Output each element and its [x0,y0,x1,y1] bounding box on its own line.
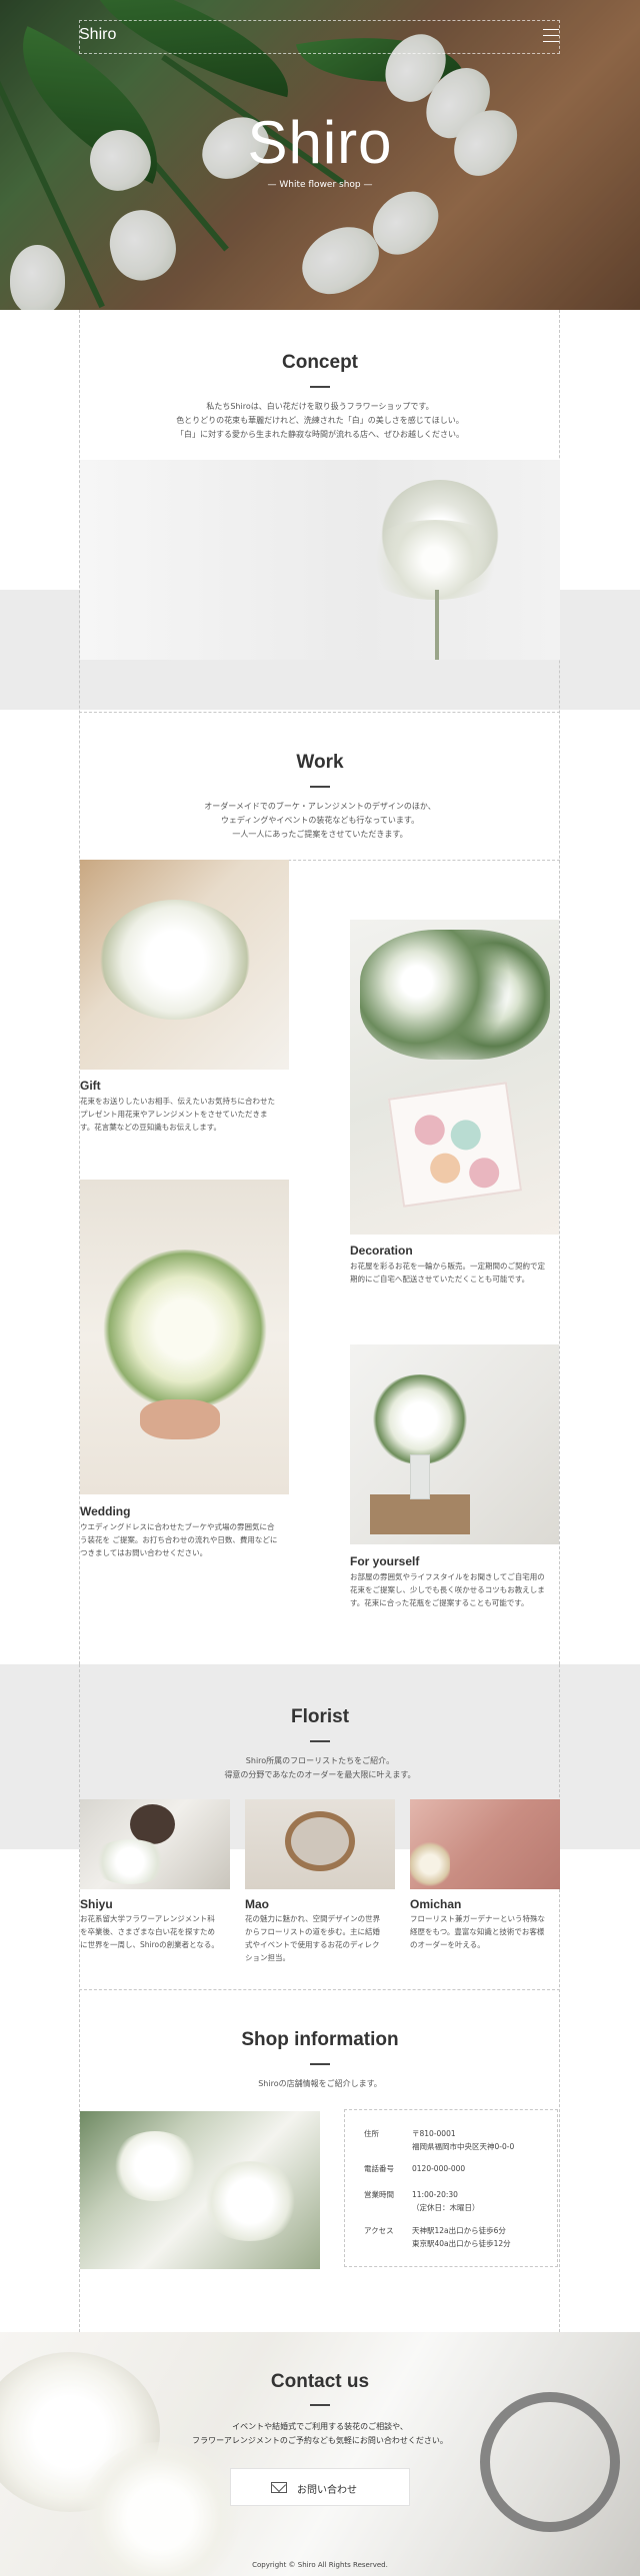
florist-title: Florist [290,1706,350,1727]
hamburger-menu-icon[interactable] [543,29,559,42]
site-logo[interactable]: Shiro [79,26,116,44]
florist-photo-mao [245,1799,395,1889]
info-label-address: 住所 [364,2129,379,2138]
title-underline [310,386,330,388]
florist-text: Shiro所属のフローリストたちをご紹介。 得意の分野であなたのオーダーを最大限に… [224,1756,416,1779]
florist-photo-shiyu [80,1799,230,1889]
title-underline [310,1740,330,1742]
info-label-hours: 営業時間 [364,2190,394,2199]
hero-title: Shiro [247,109,393,176]
concept-flower-image [80,460,560,660]
work-text: オーダーメイドでのブーケ・アレンジメントのデザインのほか、 ウェディングやイベント… [204,802,436,839]
concept-text: 私たちShiroは、白い花だけを取り扱うフラワーショップです。 色とりどりの花束も… [176,402,464,439]
wedding-image [80,1180,289,1494]
info-value-phone[interactable]: 0120-000-000 [412,2162,465,2175]
work-label-gift: Gift [80,1079,101,1093]
info-value-address: 〒810-0001 福岡県福岡市中央区天神0-0-0 [412,2129,515,2151]
work-label-decoration: Decoration [350,1244,413,1258]
work-label-wedding: Wedding [80,1504,131,1518]
shop-title: Shop information [241,2029,399,2050]
info-value-access: 天神駅12a出口から徒歩6分 東京駅40a出口から徒歩12分 [412,2226,511,2248]
for-yourself-image [350,1344,559,1544]
header-frame [79,20,560,54]
florist-text-omichan: フローリスト兼ガーデナーという特殊な 経歴をもつ。豊富な知識と技術でお客様 のオーダ… [410,1914,545,1949]
shop-intro: Shiroの店舗情報をご紹介します。 [258,2079,382,2088]
contact-title: Contact us [270,2371,370,2392]
title-underline [310,2404,330,2406]
copyright: Copyright © Shiro All Rights Reserved. [252,2561,388,2569]
contact-text: イベントや結婚式でご利用する装花のご相談や、 フラワーアレンジメントのご予約なども… [192,2422,448,2445]
work-text-decoration: お花屋を彩るお花を一輪から販売。一定期間のご契約で定 期的にご自宅へ配送させていた… [350,1262,545,1284]
florist-photo-omichan [410,1799,560,1889]
work-title: Work [296,752,344,773]
title-underline [310,786,330,788]
florist-text-shiyu: お花系留大学フラワーアレンジメント科 を卒業後、さまざまな白い花を探すため に世界を… [80,1914,219,1949]
concept-title: Concept [282,352,358,373]
decoration-image [350,920,559,1235]
florist-name-omichan: Omichan [410,1897,462,1911]
florist-name-mao: Mao [245,1897,269,1911]
work-text-for-yourself: お部屋の雰囲気やライフスタイルをお聞きしてご自宅用の 花束をご提案し、少しでも長く… [350,1572,545,1607]
hero-subtitle: — White flower shop — [267,180,373,190]
contact-button-label: お問い合わせ [297,2485,357,2496]
gift-image [80,860,289,1070]
work-text-gift: 花束をお送りしたいお相手、伝えたいお気持ちに合わせた プレゼント用花束やアレンジメ… [80,1097,275,1132]
shop-flower-image [80,2111,320,2269]
florist-text-mao: 花の魅力に魅かれ、空間デザインの世界 からフローリストの道を歩む。主に結婚 式やイベ… [245,1914,381,1962]
info-label-access: アクセス [364,2226,394,2235]
mail-icon [271,2477,287,2493]
contact-button[interactable]: お問い合わせ [230,2468,410,2506]
title-underline [310,2063,330,2065]
info-label-phone: 電話番号 [364,2164,394,2173]
info-value-hours: 11:00-20:30 （定休日：木曜日） [412,2190,480,2212]
work-label-for-yourself: For yourself [350,1554,420,1568]
contact-section [0,2332,640,2576]
work-text-wedding: ウエディングドレスに合わせたブーケや式場の雰囲気に合 う装花を ご提案。お打ち合わ… [80,1522,278,1557]
florist-name-shiyu: Shiyu [80,1897,113,1911]
